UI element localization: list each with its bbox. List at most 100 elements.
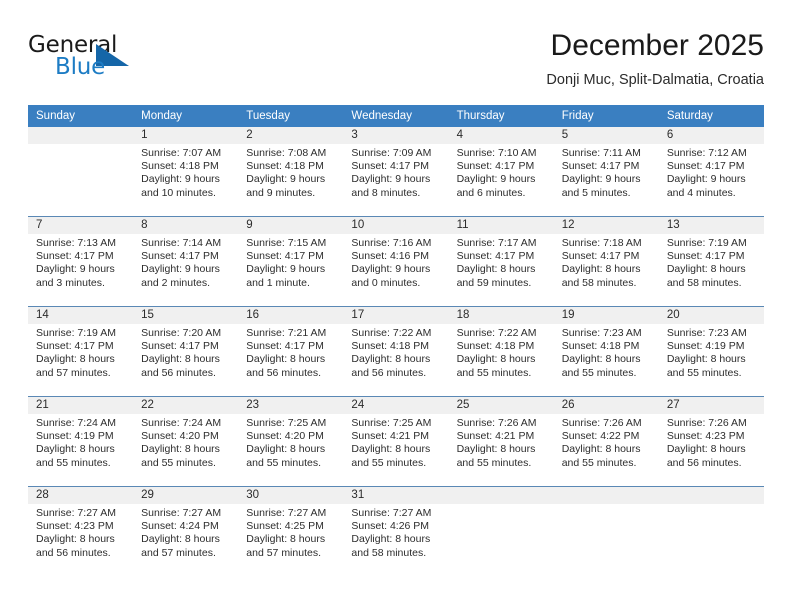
day-detail-daylight-line2: and 10 minutes. bbox=[141, 186, 216, 199]
day-cell-inner: 21 Sunrise: 7:24 AM Sunset: 4:19 PM Dayligh… bbox=[28, 397, 134, 486]
calendar-day-cell[interactable]: 15 Sunrise: 7:20 AM Sunset: 4:17 PM Dayligh… bbox=[133, 306, 239, 397]
day-detail-daylight-line1: Daylight: 8 hours bbox=[351, 443, 431, 456]
day-detail-daylight-line1: Daylight: 9 hours bbox=[351, 173, 431, 186]
calendar-day-cell[interactable] bbox=[553, 486, 659, 576]
calendar-day-cell[interactable]: 3 Sunrise: 7:09 AM Sunset: 4:17 PM Daylight… bbox=[343, 127, 449, 217]
day-detail-daylight-line1: Daylight: 9 hours bbox=[246, 173, 326, 186]
title-block: December 2025 Donji Muc, Split-Dalmatia,… bbox=[546, 28, 764, 91]
calendar-day-cell[interactable]: 29 Sunrise: 7:27 AM Sunset: 4:24 PM Dayligh… bbox=[133, 486, 239, 576]
day-detail-daylight-line1: Daylight: 8 hours bbox=[666, 263, 746, 276]
day-detail-daylight-line2: and 57 minutes. bbox=[246, 546, 321, 559]
calendar-day-cell[interactable]: 12 Sunrise: 7:18 AM Sunset: 4:17 PM Dayligh… bbox=[553, 216, 659, 307]
day-details: Sunrise: 7:07 AM Sunset: 4:18 PM Daylight:… bbox=[133, 144, 238, 200]
day-detail-sunrise: Sunrise: 7:26 AM bbox=[666, 417, 747, 429]
calendar-day-cell[interactable]: 25 Sunrise: 7:26 AM Sunset: 4:21 PM Dayligh… bbox=[448, 396, 554, 487]
calendar-day-cell[interactable] bbox=[448, 486, 554, 576]
day-detail-daylight-line1: Daylight: 8 hours bbox=[36, 443, 115, 456]
day-details bbox=[449, 504, 554, 507]
calendar-day-cell[interactable]: 14 Sunrise: 7:19 AM Sunset: 4:17 PM Dayligh… bbox=[28, 306, 134, 397]
calendar-day-cell[interactable]: 24 Sunrise: 7:25 AM Sunset: 4:21 PM Dayligh… bbox=[343, 396, 449, 487]
day-number: 16 bbox=[238, 307, 344, 324]
day-detail-daylight-line2: and 57 minutes. bbox=[141, 546, 216, 559]
day-number: 12 bbox=[553, 217, 659, 234]
calendar-day-cell[interactable]: 13 Sunrise: 7:19 AM Sunset: 4:17 PM Dayligh… bbox=[658, 216, 764, 307]
calendar-day-cell[interactable]: 7 Sunrise: 7:13 AM Sunset: 4:17 PM Daylight… bbox=[28, 216, 134, 307]
calendar-day-cell[interactable] bbox=[28, 127, 134, 217]
calendar-day-cell[interactable]: 26 Sunrise: 7:26 AM Sunset: 4:22 PM Dayligh… bbox=[553, 396, 659, 487]
day-details: Sunrise: 7:21 AM Sunset: 4:17 PM Daylight:… bbox=[238, 324, 343, 380]
day-detail-daylight-line1: Daylight: 8 hours bbox=[36, 353, 115, 366]
day-details bbox=[28, 144, 133, 147]
calendar-day-cell[interactable]: 9 Sunrise: 7:15 AM Sunset: 4:17 PM Daylight… bbox=[238, 216, 344, 307]
day-detail-sunrise: Sunrise: 7:27 AM bbox=[351, 507, 432, 519]
day-detail-sunset: Sunset: 4:18 PM bbox=[561, 340, 640, 353]
day-detail-daylight-line2: and 9 minutes. bbox=[246, 186, 316, 199]
day-detail-sunset: Sunset: 4:22 PM bbox=[561, 430, 640, 443]
calendar-day-cell[interactable]: 27 Sunrise: 7:26 AM Sunset: 4:23 PM Dayligh… bbox=[658, 396, 764, 487]
calendar-week-row: 7 Sunrise: 7:13 AM Sunset: 4:17 PM Daylight… bbox=[28, 216, 764, 307]
calendar-week-row: 14 Sunrise: 7:19 AM Sunset: 4:17 PM Dayligh… bbox=[28, 306, 764, 397]
day-cell-inner: 14 Sunrise: 7:19 AM Sunset: 4:17 PM Dayligh… bbox=[28, 307, 134, 396]
calendar-day-cell[interactable]: 8 Sunrise: 7:14 AM Sunset: 4:17 PM Daylight… bbox=[133, 216, 239, 307]
calendar-day-cell[interactable]: 18 Sunrise: 7:22 AM Sunset: 4:18 PM Dayligh… bbox=[448, 306, 554, 397]
calendar-day-cell[interactable]: 21 Sunrise: 7:24 AM Sunset: 4:19 PM Dayligh… bbox=[28, 396, 134, 487]
day-number: 30 bbox=[238, 487, 344, 504]
day-detail-sunrise: Sunrise: 7:27 AM bbox=[246, 507, 327, 519]
calendar-day-cell[interactable]: 22 Sunrise: 7:24 AM Sunset: 4:20 PM Dayligh… bbox=[133, 396, 239, 487]
day-details: Sunrise: 7:19 AM Sunset: 4:17 PM Daylight:… bbox=[659, 234, 764, 290]
day-detail-sunrise: Sunrise: 7:25 AM bbox=[351, 417, 432, 429]
day-detail-daylight-line1: Daylight: 8 hours bbox=[36, 533, 115, 546]
calendar-day-cell[interactable] bbox=[658, 486, 764, 576]
day-detail-sunset: Sunset: 4:17 PM bbox=[456, 160, 535, 173]
day-number: 31 bbox=[343, 487, 449, 504]
day-detail-daylight-line1: Daylight: 8 hours bbox=[456, 353, 536, 366]
day-detail-daylight-line2: and 59 minutes. bbox=[456, 276, 532, 289]
day-detail-sunset: Sunset: 4:17 PM bbox=[666, 250, 745, 263]
calendar-day-cell[interactable]: 11 Sunrise: 7:17 AM Sunset: 4:17 PM Dayligh… bbox=[448, 216, 554, 307]
day-detail-daylight-line1: Daylight: 9 hours bbox=[561, 173, 641, 186]
day-detail-sunset: Sunset: 4:21 PM bbox=[351, 430, 430, 443]
day-detail-sunset: Sunset: 4:18 PM bbox=[246, 160, 324, 173]
calendar-day-cell[interactable]: 28 Sunrise: 7:27 AM Sunset: 4:23 PM Dayligh… bbox=[28, 486, 134, 576]
calendar-day-cell[interactable]: 6 Sunrise: 7:12 AM Sunset: 4:17 PM Daylight… bbox=[658, 127, 764, 217]
day-details bbox=[659, 504, 764, 507]
day-detail-sunrise: Sunrise: 7:19 AM bbox=[36, 327, 116, 339]
day-detail-sunrise: Sunrise: 7:23 AM bbox=[561, 327, 642, 339]
weekday-header-monday: Monday bbox=[133, 105, 239, 127]
calendar-day-cell[interactable]: 31 Sunrise: 7:27 AM Sunset: 4:26 PM Dayligh… bbox=[343, 486, 449, 576]
day-detail-sunset: Sunset: 4:17 PM bbox=[561, 250, 640, 263]
day-detail-sunset: Sunset: 4:17 PM bbox=[246, 250, 324, 263]
day-cell-inner: 17 Sunrise: 7:22 AM Sunset: 4:18 PM Dayligh… bbox=[343, 307, 449, 396]
day-cell-inner: 11 Sunrise: 7:17 AM Sunset: 4:17 PM Dayligh… bbox=[448, 217, 554, 306]
weekday-header-saturday: Saturday bbox=[658, 105, 764, 127]
day-details: Sunrise: 7:27 AM Sunset: 4:23 PM Daylight:… bbox=[28, 504, 133, 560]
day-details: Sunrise: 7:22 AM Sunset: 4:18 PM Daylight:… bbox=[343, 324, 448, 380]
general-blue-logo[interactable]: General Blue bbox=[28, 32, 178, 88]
calendar-day-cell[interactable]: 17 Sunrise: 7:22 AM Sunset: 4:18 PM Dayligh… bbox=[343, 306, 449, 397]
day-cell-inner: 25 Sunrise: 7:26 AM Sunset: 4:21 PM Dayligh… bbox=[448, 397, 554, 486]
calendar-day-cell[interactable]: 19 Sunrise: 7:23 AM Sunset: 4:18 PM Dayligh… bbox=[553, 306, 659, 397]
calendar-day-cell[interactable]: 2 Sunrise: 7:08 AM Sunset: 4:18 PM Daylight… bbox=[238, 127, 344, 217]
calendar-day-cell[interactable]: 1 Sunrise: 7:07 AM Sunset: 4:18 PM Daylight… bbox=[133, 127, 239, 217]
weekday-header-sunday: Sunday bbox=[28, 105, 134, 127]
calendar-day-cell[interactable]: 20 Sunrise: 7:23 AM Sunset: 4:19 PM Dayligh… bbox=[658, 306, 764, 397]
calendar-day-cell[interactable]: 10 Sunrise: 7:16 AM Sunset: 4:16 PM Dayligh… bbox=[343, 216, 449, 307]
day-details: Sunrise: 7:19 AM Sunset: 4:17 PM Daylight:… bbox=[28, 324, 133, 380]
day-details: Sunrise: 7:20 AM Sunset: 4:17 PM Daylight:… bbox=[133, 324, 238, 380]
day-detail-daylight-line2: and 58 minutes. bbox=[561, 276, 637, 289]
calendar-day-cell[interactable]: 5 Sunrise: 7:11 AM Sunset: 4:17 PM Daylight… bbox=[553, 127, 659, 217]
day-detail-daylight-line1: Daylight: 9 hours bbox=[141, 263, 220, 276]
calendar-day-cell[interactable]: 30 Sunrise: 7:27 AM Sunset: 4:25 PM Dayligh… bbox=[238, 486, 344, 576]
day-detail-daylight-line1: Daylight: 8 hours bbox=[246, 353, 326, 366]
day-number: 15 bbox=[133, 307, 239, 324]
day-details: Sunrise: 7:15 AM Sunset: 4:17 PM Daylight:… bbox=[238, 234, 343, 290]
day-details: Sunrise: 7:17 AM Sunset: 4:17 PM Daylight:… bbox=[449, 234, 554, 290]
calendar-day-cell[interactable]: 16 Sunrise: 7:21 AM Sunset: 4:17 PM Dayligh… bbox=[238, 306, 344, 397]
day-number: 7 bbox=[28, 217, 134, 234]
day-detail-sunset: Sunset: 4:17 PM bbox=[141, 250, 219, 263]
calendar-body: 1 Sunrise: 7:07 AM Sunset: 4:18 PM Daylight… bbox=[28, 127, 764, 576]
calendar-day-cell[interactable]: 4 Sunrise: 7:10 AM Sunset: 4:17 PM Daylight… bbox=[448, 127, 554, 217]
day-details: Sunrise: 7:26 AM Sunset: 4:21 PM Daylight:… bbox=[449, 414, 554, 470]
calendar-day-cell[interactable]: 23 Sunrise: 7:25 AM Sunset: 4:20 PM Dayligh… bbox=[238, 396, 344, 487]
day-details: Sunrise: 7:11 AM Sunset: 4:17 PM Daylight:… bbox=[554, 144, 659, 200]
